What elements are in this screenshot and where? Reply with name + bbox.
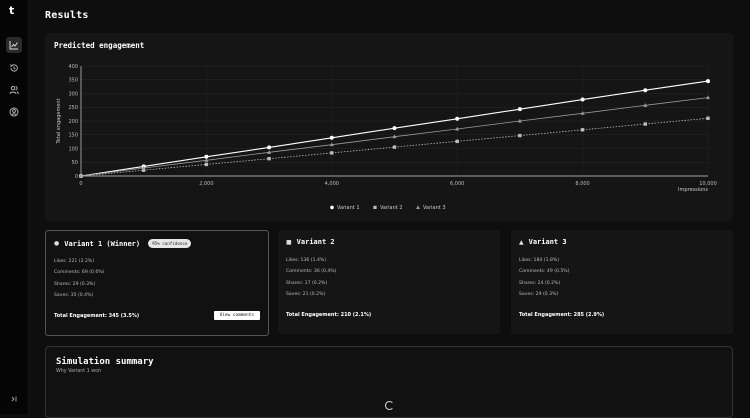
x-tick-label: 8,000 xyxy=(575,181,589,187)
x-tick-label: 6,000 xyxy=(450,181,464,187)
variant-3-card: ▲ Variant 3 Likes: 184 (1.8%) Comments: … xyxy=(511,230,733,334)
saves-stat: Saves: 29 (0.3%) xyxy=(519,292,559,297)
total-engagement: Total Engagement: 285 (2.9%) xyxy=(519,312,605,318)
engagement-chart: 0 50 100 150 200 250 300 350 400 0 2,000 4,000 6,000… xyxy=(56,64,717,211)
total-engagement: Total Engagement: 345 (3.5%) xyxy=(54,313,140,319)
nav-history-button[interactable] xyxy=(6,60,22,76)
data-point-variant-2 xyxy=(455,139,459,144)
confidence-badge: 95% confidence xyxy=(148,239,192,248)
x-tick-label: 4,000 xyxy=(325,181,339,187)
variant-title: Variant 2 xyxy=(296,238,335,246)
legend-label: Variant 3 xyxy=(423,205,446,211)
page-title: Results xyxy=(45,10,89,21)
data-point-variant-1 xyxy=(267,145,272,150)
view-comments-button[interactable]: View comments xyxy=(213,311,260,320)
summary-title: Simulation summary xyxy=(56,357,154,367)
expand-sidebar-icon[interactable] xyxy=(9,394,19,404)
y-tick-label: 0 xyxy=(75,174,78,180)
data-point-variant-2 xyxy=(518,133,522,138)
variant-title: Variant 3 xyxy=(528,238,567,246)
data-point-variant-1 xyxy=(706,79,710,84)
y-tick-label: 350 xyxy=(68,78,78,84)
data-point-variant-2 xyxy=(580,128,585,132)
comments-stat: Comments: 49 (0.5%) xyxy=(519,269,570,274)
legend-marker-variant-1 xyxy=(330,205,334,210)
data-point-variant-1 xyxy=(517,107,522,112)
chart-icon xyxy=(9,41,18,50)
y-tick-label: 150 xyxy=(68,133,78,139)
y-axis-label: Total engagement xyxy=(56,98,62,144)
shares-stat: Shares: 17 (0.2%) xyxy=(286,281,328,286)
nav-account-button[interactable] xyxy=(6,104,22,120)
users-icon xyxy=(9,86,19,95)
legend-marker-variant-3 xyxy=(416,205,420,209)
y-tick-label: 50 xyxy=(72,160,78,166)
y-tick-label: 100 xyxy=(68,146,78,152)
square-marker-icon: ■ xyxy=(286,238,292,246)
variant-1-card: ● Variant 1 (Winner) 95% confidence Like… xyxy=(45,230,269,336)
shares-stat: Shares: 29 (0.3%) xyxy=(54,282,96,287)
data-point-variant-2 xyxy=(643,122,647,126)
data-point-variant-1 xyxy=(580,97,585,102)
x-tick-label: 2,000 xyxy=(199,181,213,187)
data-point-variant-2 xyxy=(204,162,209,167)
data-point-variant-2 xyxy=(392,145,397,149)
variant-title: Variant 1 (Winner) xyxy=(64,239,141,248)
history-icon xyxy=(10,64,18,72)
likes-stat: Likes: 136 (1.4%) xyxy=(286,258,327,263)
variant-2-card: ■ Variant 2 Likes: 136 (1.4%) Comments: … xyxy=(278,230,500,334)
y-tick-label: 200 xyxy=(68,119,78,125)
summary-subtitle: Why Variant 1 won xyxy=(56,369,102,374)
nav-results-button[interactable] xyxy=(6,37,22,53)
simulation-summary-card: Simulation summary Why Variant 1 won xyxy=(45,346,733,418)
likes-stat: Likes: 184 (1.8%) xyxy=(519,258,560,263)
legend-label: Variant 2 xyxy=(380,205,403,211)
data-point-variant-2 xyxy=(330,151,334,155)
saves-stat: Saves: 35 (0.4%) xyxy=(54,293,94,298)
nav-users-button[interactable] xyxy=(6,82,22,98)
x-tick-label: 0 xyxy=(79,181,82,187)
comments-stat: Comments: 36 (0.4%) xyxy=(286,269,337,274)
comments-stat: Comments: 69 (0.6%) xyxy=(54,270,105,275)
y-tick-label: 400 xyxy=(68,64,78,70)
data-point-variant-1 xyxy=(455,116,460,121)
data-point-variant-1 xyxy=(329,135,334,140)
shares-stat: Shares: 24 (0.2%) xyxy=(519,281,561,286)
total-engagement: Total Engagement: 210 (2.1%) xyxy=(286,312,372,318)
data-point-variant-3 xyxy=(706,95,710,100)
data-point-variant-1 xyxy=(643,88,648,93)
data-point-variant-2 xyxy=(267,156,271,161)
x-axis-label: Impressions xyxy=(678,187,708,193)
legend-label: Variant 1 xyxy=(337,205,360,211)
loading-spinner-icon xyxy=(385,401,394,410)
saves-stat: Saves: 21 (0.2%) xyxy=(286,292,326,297)
triangle-marker-icon: ▲ xyxy=(519,238,524,246)
account-icon xyxy=(9,107,19,117)
data-point-variant-1 xyxy=(392,126,397,131)
engagement-chart-card: Predicted engagement 0 50 100 150 200 250 300 3… xyxy=(45,33,733,221)
y-tick-label: 250 xyxy=(68,105,78,111)
data-point-variant-2 xyxy=(706,116,710,120)
circle-marker-icon: ● xyxy=(54,240,60,247)
y-tick-label: 300 xyxy=(68,91,78,97)
likes-stat: Likes: 221 (2.2%) xyxy=(54,259,95,264)
legend-marker-variant-2 xyxy=(373,205,377,209)
app-logo[interactable]: t xyxy=(9,5,19,17)
sidebar: t xyxy=(0,0,29,414)
